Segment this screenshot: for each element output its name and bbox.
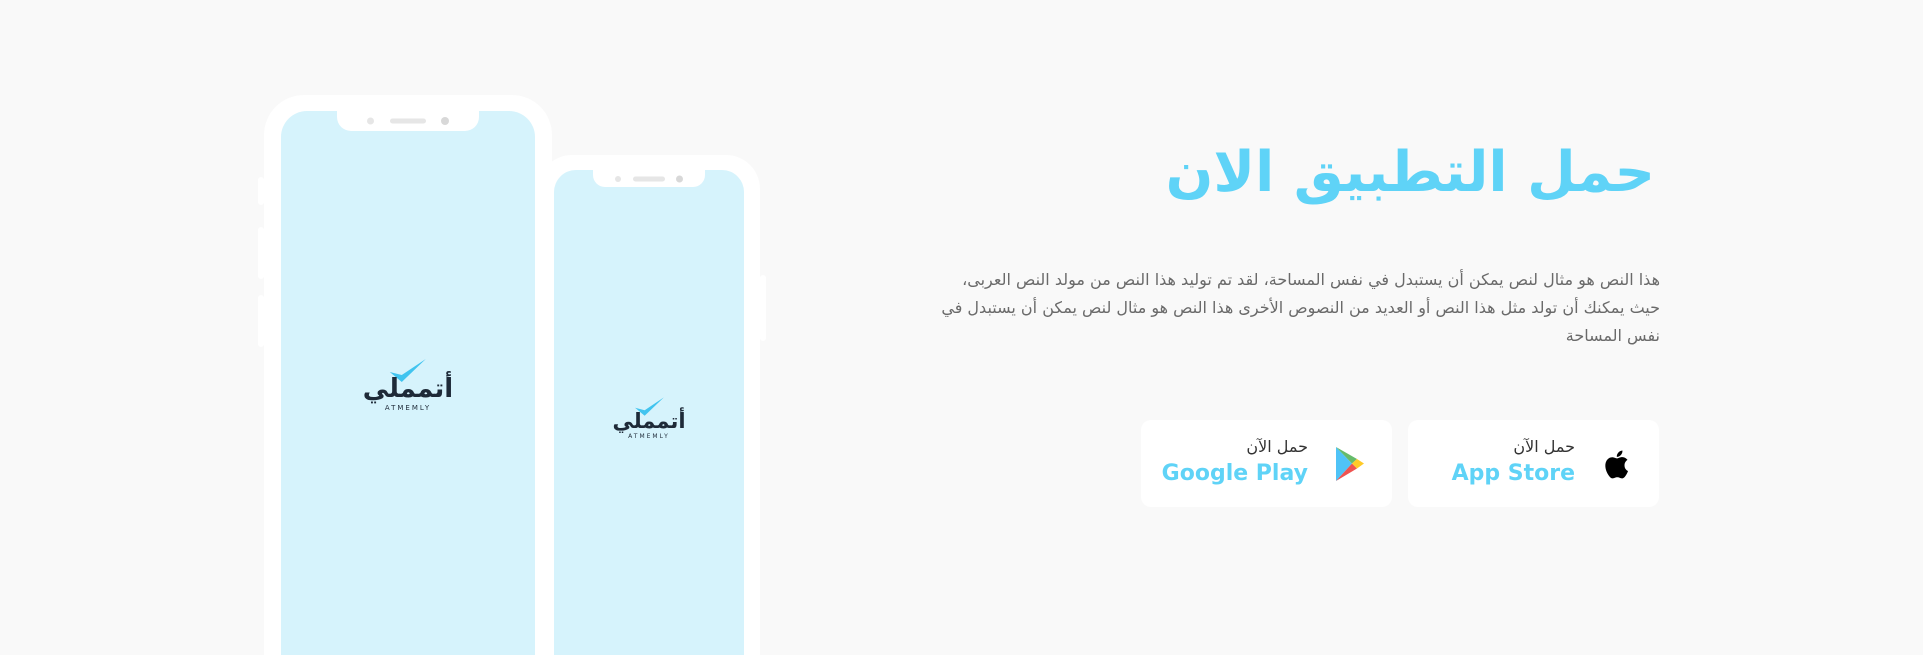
download-caption: حمل الآن — [1513, 437, 1575, 456]
app-store-text: حمل الآن App Store — [1452, 436, 1575, 490]
phone-mockup-small: أتمملي ATMEMLY — [538, 155, 766, 655]
notch-speaker — [633, 176, 665, 181]
app-logo: أتمملي ATMEMLY — [612, 395, 686, 440]
google-play-button[interactable]: حمل الآن Google Play — [1141, 420, 1392, 507]
phone-screen: أتمملي ATMEMLY — [281, 111, 535, 655]
logo-latin-text: ATMEMLY — [384, 404, 432, 412]
notch-speaker — [390, 118, 426, 124]
section-heading: حمل التطبيق الان — [1165, 140, 1655, 205]
logo-arabic-text: أتمملي — [612, 409, 686, 433]
notch-camera — [676, 175, 683, 182]
apple-icon — [1605, 450, 1628, 479]
app-store-button[interactable]: حمل الآن App Store — [1408, 420, 1659, 507]
phone-side-button — [258, 295, 264, 347]
google-play-icon — [1336, 447, 1364, 481]
store-name: App Store — [1451, 461, 1575, 486]
phone-side-button — [760, 275, 766, 341]
notch-sensor — [615, 175, 621, 182]
phone-notch — [593, 170, 705, 187]
phone-side-button — [258, 227, 264, 279]
phone-side-button — [258, 177, 264, 205]
store-name: Google Play — [1161, 461, 1308, 486]
notch-camera — [441, 117, 449, 125]
logo-latin-text: ATMEMLY — [628, 433, 670, 440]
section-description: هذا النص هو مثال لنص يمكن أن يستبدل في ن… — [941, 270, 1660, 345]
phone-notch — [337, 111, 479, 131]
notch-sensor — [367, 117, 374, 125]
app-logo: أتمملي ATMEMLY — [363, 356, 453, 412]
phone-screen: أتمملي ATMEMLY — [554, 170, 744, 655]
download-caption: حمل الآن — [1246, 437, 1308, 456]
logo-arabic-text: أتمملي — [362, 374, 454, 404]
phone-mockup-large: أتمملي ATMEMLY — [258, 95, 552, 655]
google-play-text: حمل الآن Google Play — [1162, 436, 1308, 490]
